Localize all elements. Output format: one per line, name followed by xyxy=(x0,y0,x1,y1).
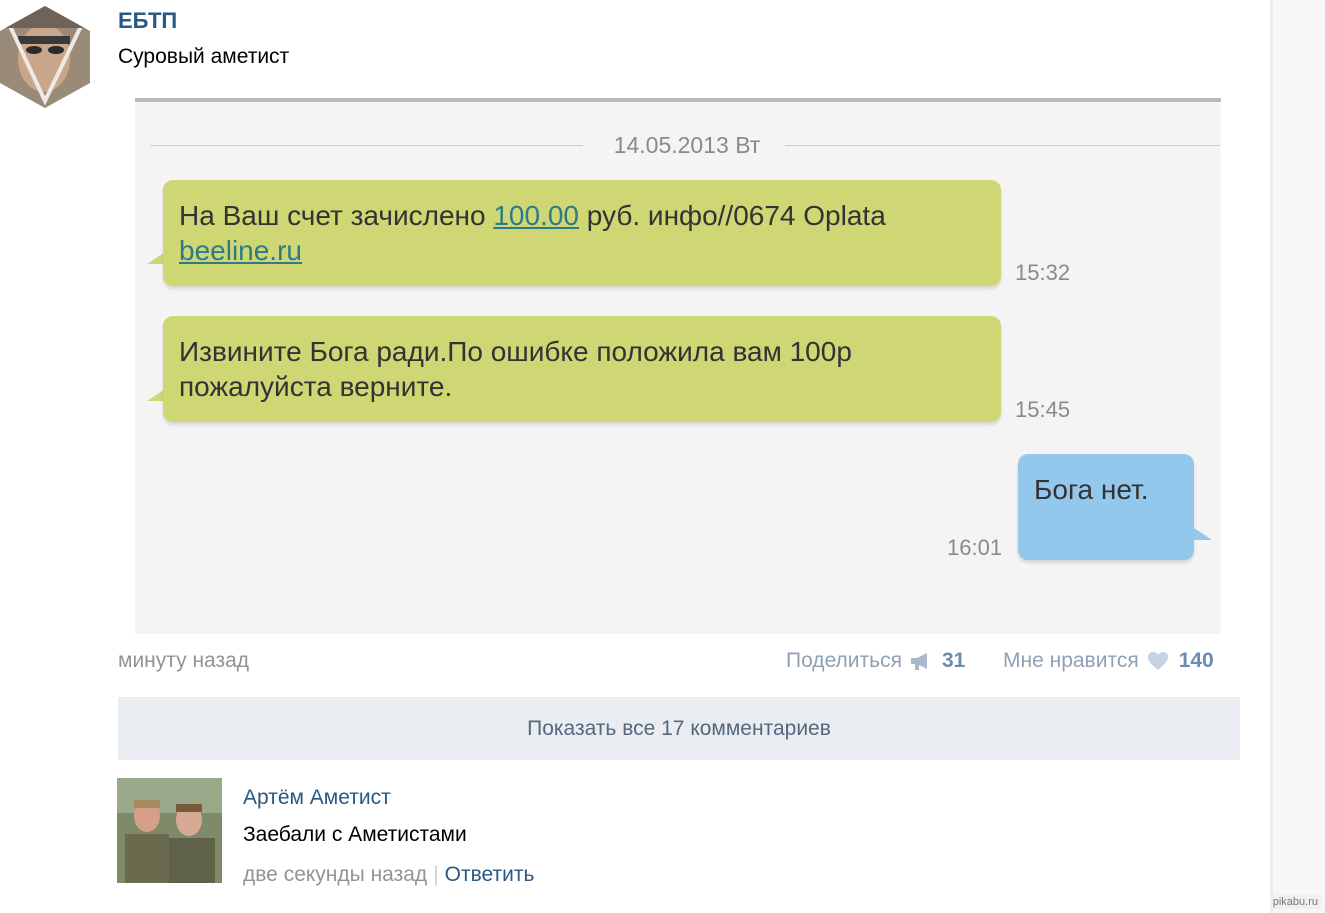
sms-message-incoming: На Ваш счет зачислено 100.00 руб. инфо//… xyxy=(163,180,1001,286)
sms-date: 14.05.2013 Вт xyxy=(613,132,761,158)
watermark: pikabu.ru xyxy=(1269,895,1321,909)
comment-author[interactable]: Артём Аметист xyxy=(243,786,391,810)
page: ЕБТП Суровый аметист 14.05.2013 Вт На Ва… xyxy=(0,0,1325,913)
post-author[interactable]: ЕБТП xyxy=(118,8,177,34)
message-link-beeline[interactable]: beeline.ru xyxy=(179,235,302,266)
comment-avatar[interactable] xyxy=(117,778,222,883)
comment-text: Заебали с Аметистами xyxy=(243,823,467,846)
message-link-amount[interactable]: 100.00 xyxy=(493,200,579,231)
share-button[interactable]: Поделиться 31 xyxy=(786,649,965,673)
like-label: Мне нравится xyxy=(1003,649,1139,672)
message-text: На Ваш счет зачислено xyxy=(179,200,494,231)
comment-timestamp[interactable]: две секунды назад xyxy=(243,863,427,886)
share-count: 31 xyxy=(941,649,966,672)
message-text: Бога нет. xyxy=(1034,474,1149,505)
reply-link[interactable]: Ответить xyxy=(445,863,535,886)
avatar-image xyxy=(117,778,222,883)
megaphone-icon xyxy=(910,651,932,671)
bubble-tail xyxy=(1194,528,1212,540)
message-time: 16:01 xyxy=(947,535,1003,560)
message-time: 15:32 xyxy=(1015,260,1071,285)
message-text: руб. инфо//0674 Oplata xyxy=(578,200,886,231)
message-text: Извините Бога ради.По ошибке положила ва… xyxy=(179,336,852,402)
heart-icon xyxy=(1147,651,1169,671)
post-timestamp[interactable]: минуту назад xyxy=(118,649,249,673)
share-label: Поделиться xyxy=(786,649,902,672)
message-time: 15:45 xyxy=(1015,397,1071,422)
sms-screenshot[interactable]: 14.05.2013 Вт На Ваш счет зачислено 100.… xyxy=(135,98,1221,634)
separator: | xyxy=(433,863,439,886)
sms-message-incoming: Извините Бога ради.По ошибке положила ва… xyxy=(163,316,1001,422)
like-button[interactable]: Мне нравится 140 xyxy=(1003,649,1214,673)
post-avatar[interactable] xyxy=(0,6,90,108)
comment-meta: две секунды назад | Ответить xyxy=(243,863,534,887)
right-gutter xyxy=(1270,0,1325,913)
divider-line xyxy=(150,145,583,146)
sms-message-outgoing: Бога нет. xyxy=(1018,454,1194,560)
post-text: Суровый аметист xyxy=(118,45,290,68)
avatar-image xyxy=(0,6,90,108)
like-count: 140 xyxy=(1178,649,1214,672)
show-all-comments-button[interactable]: Показать все 17 комментариев xyxy=(118,697,1240,760)
sms-date-row: 14.05.2013 Вт xyxy=(150,132,1220,158)
divider-line xyxy=(785,145,1220,146)
